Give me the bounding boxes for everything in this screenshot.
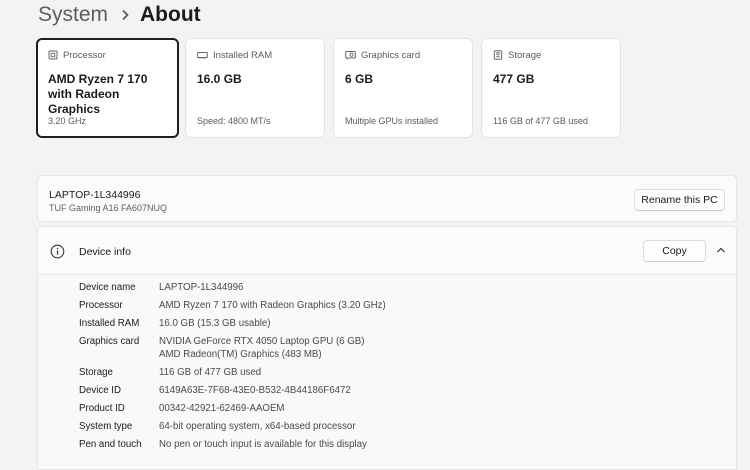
device-info-panel: Device info Copy Device name LAPTOP-1L34… bbox=[37, 226, 737, 470]
spec-label: Storage bbox=[508, 49, 542, 61]
pc-name-panel: LAPTOP-1L344996 TUF Gaming A16 FA607NUQ … bbox=[37, 175, 737, 222]
spec-card-graphics[interactable]: Graphics card 6 GB Multiple GPUs install… bbox=[333, 38, 473, 138]
spec-value: 6 GB bbox=[345, 72, 374, 86]
ram-icon bbox=[197, 52, 208, 59]
row-value-line: AMD Radeon(TM) Graphics (483 MB) bbox=[159, 349, 322, 360]
chevron-up-icon[interactable] bbox=[716, 246, 726, 254]
row-value: 16.0 GB (15.3 GB usable) bbox=[159, 318, 271, 329]
spec-card-storage[interactable]: Storage 477 GB 116 GB of 477 GB used bbox=[481, 38, 621, 138]
info-row-storage: Storage 116 GB of 477 GB used bbox=[79, 366, 386, 379]
pc-model: TUF Gaming A16 FA607NUQ bbox=[49, 203, 168, 213]
breadcrumb: System About bbox=[38, 2, 201, 28]
info-row-device-name: Device name LAPTOP-1L344996 bbox=[79, 281, 386, 294]
spec-sub: Speed: 4800 MT/s bbox=[197, 116, 271, 126]
spec-sub: 3.20 GHz bbox=[48, 116, 87, 126]
row-label: Installed RAM bbox=[79, 318, 140, 329]
spec-value: 16.0 GB bbox=[197, 72, 242, 86]
row-label: System type bbox=[79, 421, 133, 432]
row-value-line: NVIDIA GeForce RTX 4050 Laptop GPU (6 GB… bbox=[159, 336, 365, 347]
info-row-device-id: Device ID 6149A63E-7F68-43E0-B532-4B4418… bbox=[79, 384, 386, 397]
spec-value: 477 GB bbox=[493, 72, 535, 86]
spec-label: Installed RAM bbox=[213, 49, 273, 61]
row-value: LAPTOP-1L344996 bbox=[159, 282, 244, 293]
rename-pc-button[interactable]: Rename this PC bbox=[634, 189, 725, 211]
info-row-product-id: Product ID 00342-42921-62469-AAOEM bbox=[79, 402, 386, 415]
processor-icon bbox=[48, 50, 58, 60]
info-row-pen-touch: Pen and touch No pen or touch input is a… bbox=[79, 438, 386, 451]
row-value: 00342-42921-62469-AAOEM bbox=[159, 403, 285, 414]
row-label: Graphics card bbox=[79, 336, 140, 347]
info-row-processor: Processor AMD Ryzen 7 170 with Radeon Gr… bbox=[79, 299, 386, 312]
spec-value: AMD Ryzen 7 170 with Radeon Graphics bbox=[48, 72, 148, 116]
chevron-right-icon bbox=[121, 9, 129, 21]
device-info-header[interactable]: Device info Copy bbox=[38, 227, 736, 275]
info-row-system-type: System type 64-bit operating system, x64… bbox=[79, 420, 386, 433]
copy-button[interactable]: Copy bbox=[643, 240, 706, 262]
row-value: NVIDIA GeForce RTX 4050 Laptop GPU (6 GB… bbox=[159, 335, 365, 361]
spec-card-processor[interactable]: Processor AMD Ryzen 7 170 with Radeon Gr… bbox=[36, 38, 179, 138]
spec-label: Graphics card bbox=[361, 49, 421, 61]
row-label: Product ID bbox=[79, 403, 125, 414]
page-title: About bbox=[140, 3, 201, 26]
spec-sub: 116 GB of 477 GB used bbox=[493, 116, 588, 126]
row-label: Pen and touch bbox=[79, 439, 142, 450]
row-label: Processor bbox=[79, 300, 123, 311]
pc-name: LAPTOP-1L344996 bbox=[49, 189, 141, 201]
device-info-list: Device name LAPTOP-1L344996 Processor AM… bbox=[79, 281, 386, 456]
row-label: Device name bbox=[79, 282, 136, 293]
info-icon bbox=[50, 244, 65, 259]
info-row-graphics-card: Graphics card NVIDIA GeForce RTX 4050 La… bbox=[79, 335, 386, 361]
spec-label: Processor bbox=[63, 49, 106, 61]
row-value: 64-bit operating system, x64-based proce… bbox=[159, 421, 356, 432]
spec-card-ram[interactable]: Installed RAM 16.0 GB Speed: 4800 MT/s bbox=[185, 38, 325, 138]
device-info-title: Device info bbox=[79, 246, 131, 258]
row-value: 116 GB of 477 GB used bbox=[159, 367, 262, 378]
row-value: AMD Ryzen 7 170 with Radeon Graphics (3.… bbox=[159, 300, 386, 311]
row-value: 6149A63E-7F68-43E0-B532-4B44186F6472 bbox=[159, 385, 351, 396]
breadcrumb-system[interactable]: System bbox=[38, 3, 108, 27]
spec-sub: Multiple GPUs installed bbox=[345, 116, 439, 126]
info-row-installed-ram: Installed RAM 16.0 GB (15.3 GB usable) bbox=[79, 317, 386, 330]
row-label: Device ID bbox=[79, 385, 121, 396]
row-value: No pen or touch input is available for t… bbox=[159, 439, 367, 450]
row-label: Storage bbox=[79, 367, 113, 378]
storage-icon bbox=[493, 50, 503, 60]
graphics-card-icon bbox=[345, 51, 356, 60]
